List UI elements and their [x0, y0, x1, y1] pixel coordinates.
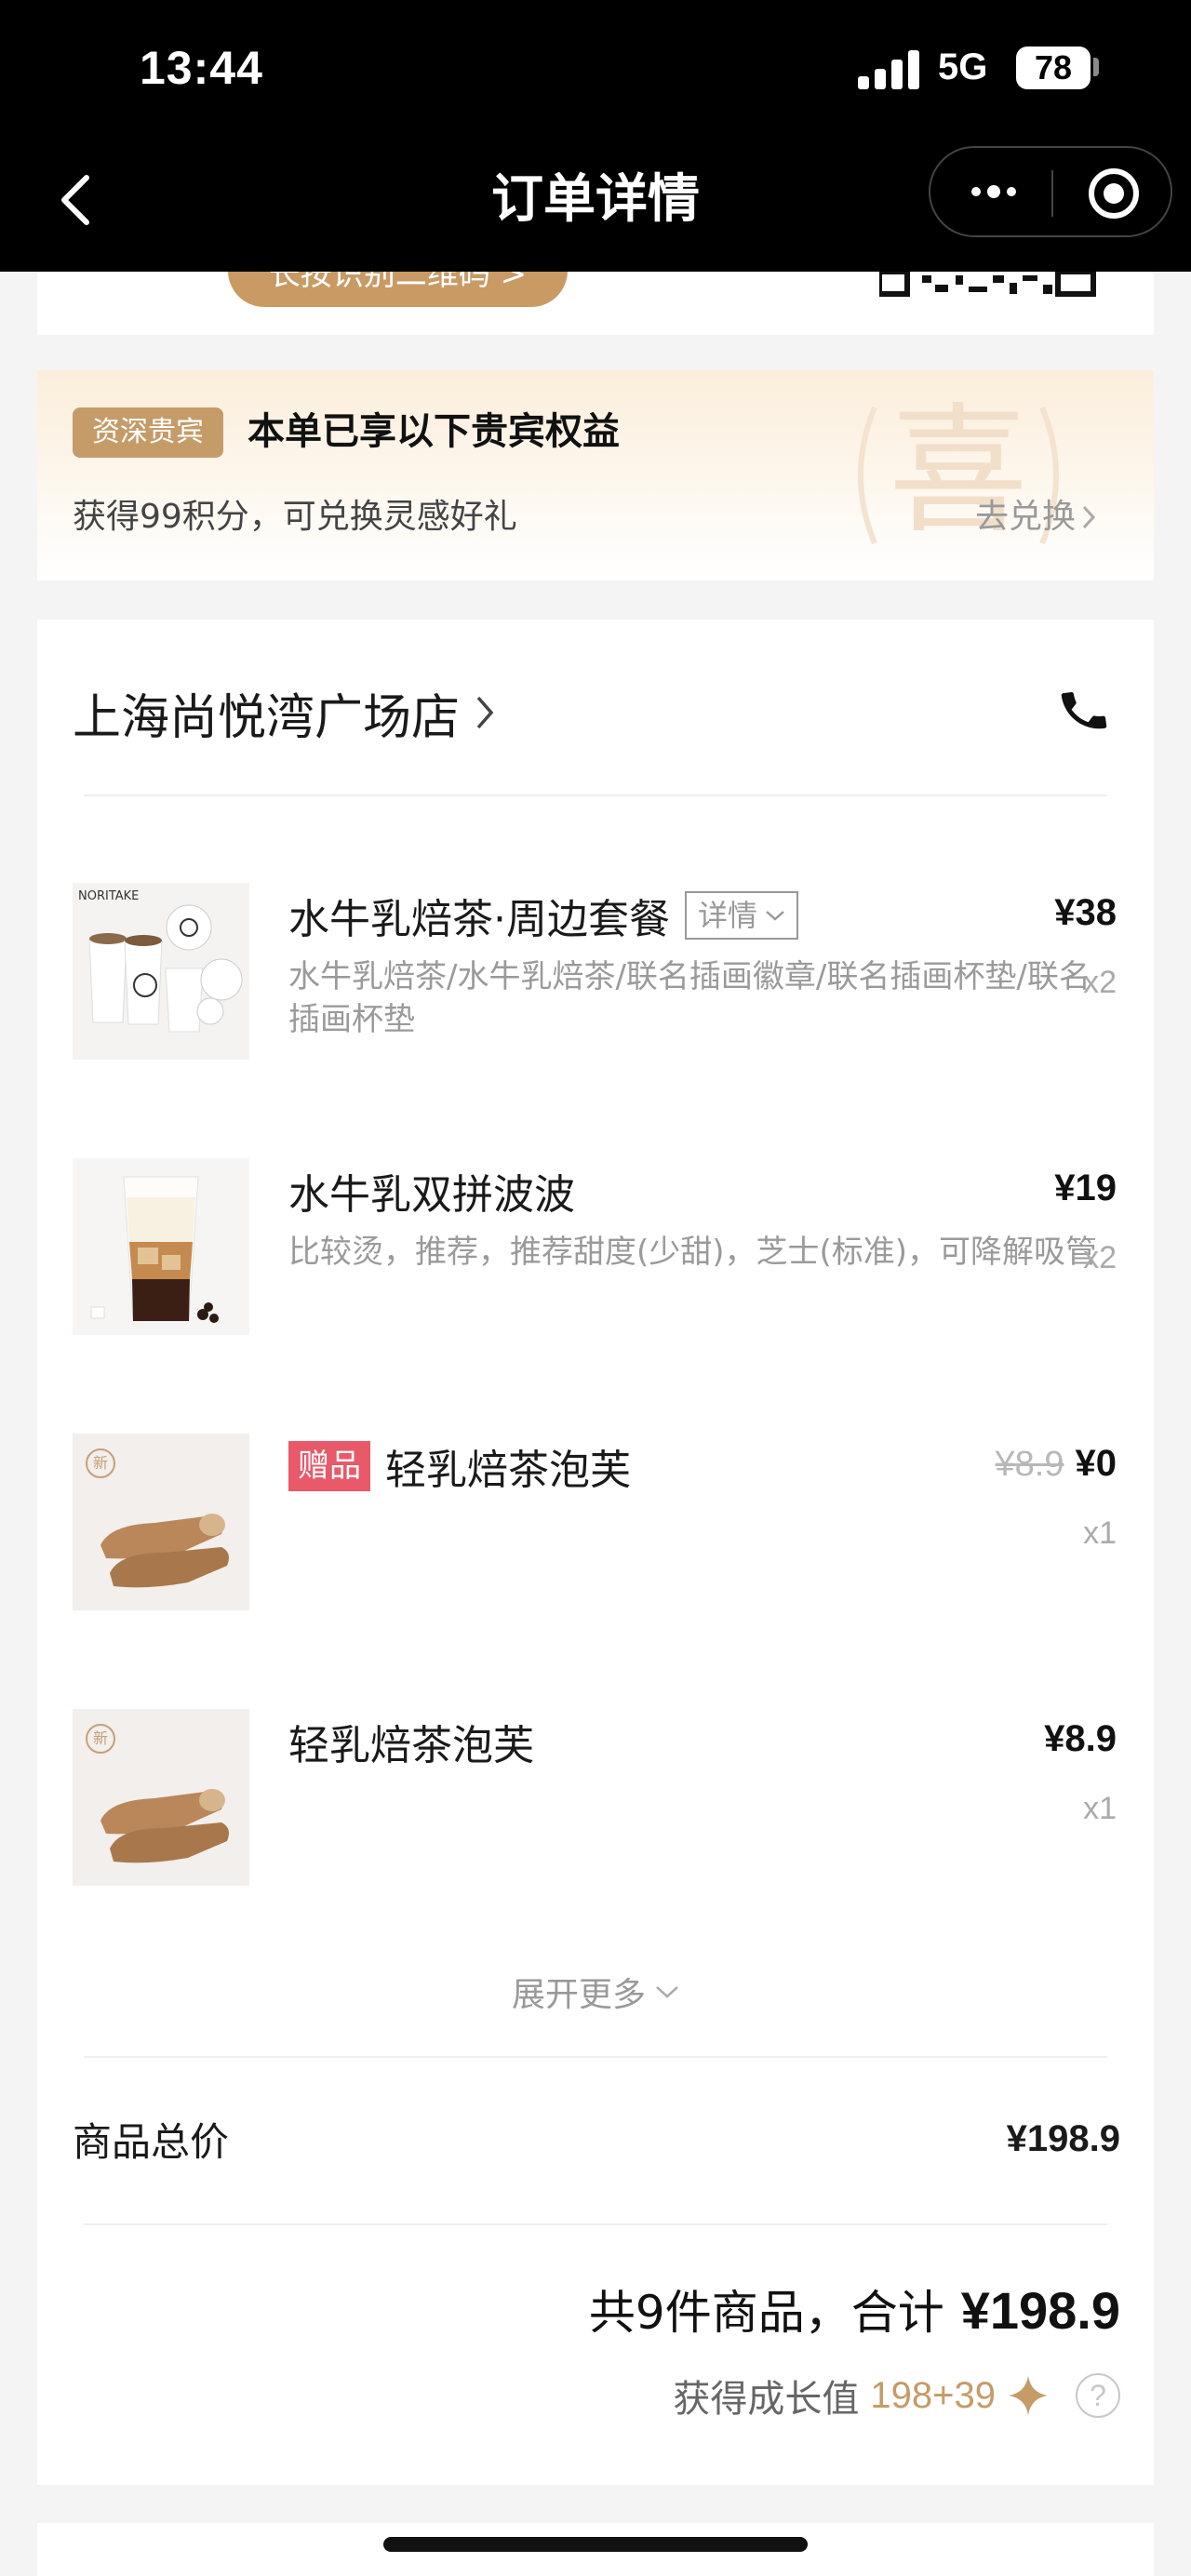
redeem-link[interactable]: 去兑换 — [975, 491, 1096, 543]
expand-more-button[interactable]: 展开更多 — [37, 1964, 1154, 2020]
growth-row: 获得成长值 198+39 ? — [673, 2369, 1120, 2423]
chevron-right-icon — [476, 696, 494, 729]
signal-icon — [858, 48, 921, 89]
product-image: 新 — [73, 1434, 249, 1610]
product-image-svg — [73, 1158, 249, 1335]
product-qty: x2 — [1083, 1240, 1117, 1275]
gift-tag: 赠品 — [288, 1441, 370, 1491]
detail-label: 详情 — [698, 898, 758, 933]
product-price: ¥0 — [1075, 1443, 1117, 1484]
product-price-group: ¥8.9 ¥0 — [996, 1443, 1117, 1485]
product-price: ¥8.9 — [1044, 1718, 1117, 1759]
product-name: 轻乳焙茶泡芙 — [385, 1447, 631, 1494]
header-bar: 13:44 5G 78 订单详情 — [0, 0, 1191, 272]
battery-icon: 78 — [1016, 47, 1091, 89]
vip-title: 本单已享以下贵宾权益 — [248, 410, 620, 453]
growth-label: 获得成长值 — [673, 2378, 860, 2421]
new-badge: 新 — [86, 1724, 115, 1754]
vip-level-badge: 资深贵宾 — [73, 407, 223, 458]
capsule-divider — [1051, 170, 1053, 217]
product-spec: 水牛乳焙茶/水牛乳焙茶/联名插画徽章/联名插画杯垫/联名插画杯垫 — [288, 958, 1091, 1038]
order-item: NORITAKE 水牛乳焙茶·周边套餐 详情 水牛乳焙茶/水牛乳焙茶/联名插画徽… — [73, 883, 1143, 1060]
qrcode-icon — [879, 272, 1096, 297]
original-price: ¥8.9 — [995, 1445, 1064, 1484]
product-qty: x1 — [1083, 1791, 1117, 1826]
product-name: 轻乳焙茶泡芙 — [288, 1722, 534, 1769]
xi-watermark-icon: 喜 — [858, 391, 1059, 553]
chevron-right-icon — [1082, 505, 1096, 529]
qrcode-card: 长按识别二维码 > — [37, 272, 1154, 335]
order-card: 上海尚悦湾广场店 NORITAKE 水牛乳焙茶·周边套餐 详情 水牛乳焙茶/水牛… — [37, 620, 1154, 2485]
product-image-svg: NORITAKE — [73, 883, 249, 1060]
chevron-down-icon — [656, 1986, 678, 1998]
more-dot — [987, 185, 1000, 198]
product-qty: x2 — [1083, 965, 1117, 1000]
order-summary: 共9件商品，合计 ¥198.9 — [589, 2276, 1120, 2342]
goods-total-row: 商品总价 ¥198.9 — [73, 2106, 1120, 2171]
network-label: 5G — [938, 47, 988, 87]
summary-amount: ¥198.9 — [960, 2281, 1120, 2340]
phone-icon — [1061, 691, 1107, 729]
summary-prefix: 共9件商品，合计 — [588, 2286, 944, 2340]
product-image — [73, 1158, 249, 1335]
call-store-button[interactable] — [1047, 674, 1121, 748]
divider — [84, 2056, 1107, 2058]
goods-total-value: ¥198.9 — [1006, 2117, 1120, 2159]
product-image: 新 — [73, 1709, 249, 1886]
growth-value: 198+39 — [870, 2374, 996, 2416]
product-qty: x1 — [1083, 1515, 1117, 1551]
product-name: 水牛乳双拼波波 — [288, 1171, 575, 1219]
vip-benefits-card: 喜 资深贵宾 本单已享以下贵宾权益 获得99积分，可兑换灵感好礼 去兑换 — [37, 370, 1154, 581]
product-spec: 比较烫，推荐，推荐甜度(少甜)，芝士(标准)，可降解吸管 — [288, 1234, 1098, 1271]
store-name: 上海尚悦湾广场店 — [73, 689, 461, 746]
product-price: ¥19 — [1054, 1168, 1117, 1208]
close-mini-program-icon[interactable] — [1089, 168, 1139, 219]
redeem-label: 去兑换 — [975, 498, 1077, 536]
order-item: 水牛乳双拼波波 比较烫，推荐，推荐甜度(少甜)，芝士(标准)，可降解吸管 ¥19… — [73, 1158, 1143, 1335]
expand-more-label: 展开更多 — [511, 1976, 646, 2014]
product-image: NORITAKE — [73, 883, 249, 1060]
svg-text:NORITAKE: NORITAKE — [78, 889, 139, 903]
new-badge: 新 — [86, 1448, 115, 1478]
scan-qrcode-button[interactable]: 长按识别二维码 > — [228, 272, 568, 307]
divider — [84, 794, 1107, 796]
product-name: 水牛乳焙茶·周边套餐 — [288, 896, 670, 943]
divider — [84, 2223, 1107, 2225]
sparkle-icon — [1009, 2376, 1048, 2415]
order-item: 新 赠品 轻乳焙茶泡芙 ¥8.9 ¥0 x1 — [73, 1434, 1143, 1610]
more-dot — [1007, 187, 1016, 196]
help-icon[interactable]: ? — [1076, 2373, 1120, 2418]
more-button[interactable] — [947, 148, 1040, 235]
product-price: ¥38 — [1054, 892, 1117, 933]
more-dot — [971, 187, 981, 196]
detail-toggle[interactable]: 详情 — [685, 891, 799, 940]
order-item: 新 轻乳焙茶泡芙 ¥8.9 x1 — [73, 1709, 1143, 1886]
chevron-down-icon — [766, 911, 784, 921]
home-indicator — [383, 2537, 808, 2552]
mini-program-capsule — [929, 146, 1172, 237]
vip-points-desc: 获得99积分，可兑换灵感好礼 — [73, 498, 517, 536]
goods-total-label: 商品总价 — [73, 2118, 230, 2165]
store-link[interactable]: 上海尚悦湾广场店 — [73, 666, 495, 759]
battery-tip — [1093, 58, 1099, 76]
status-time: 13:44 — [140, 42, 263, 94]
